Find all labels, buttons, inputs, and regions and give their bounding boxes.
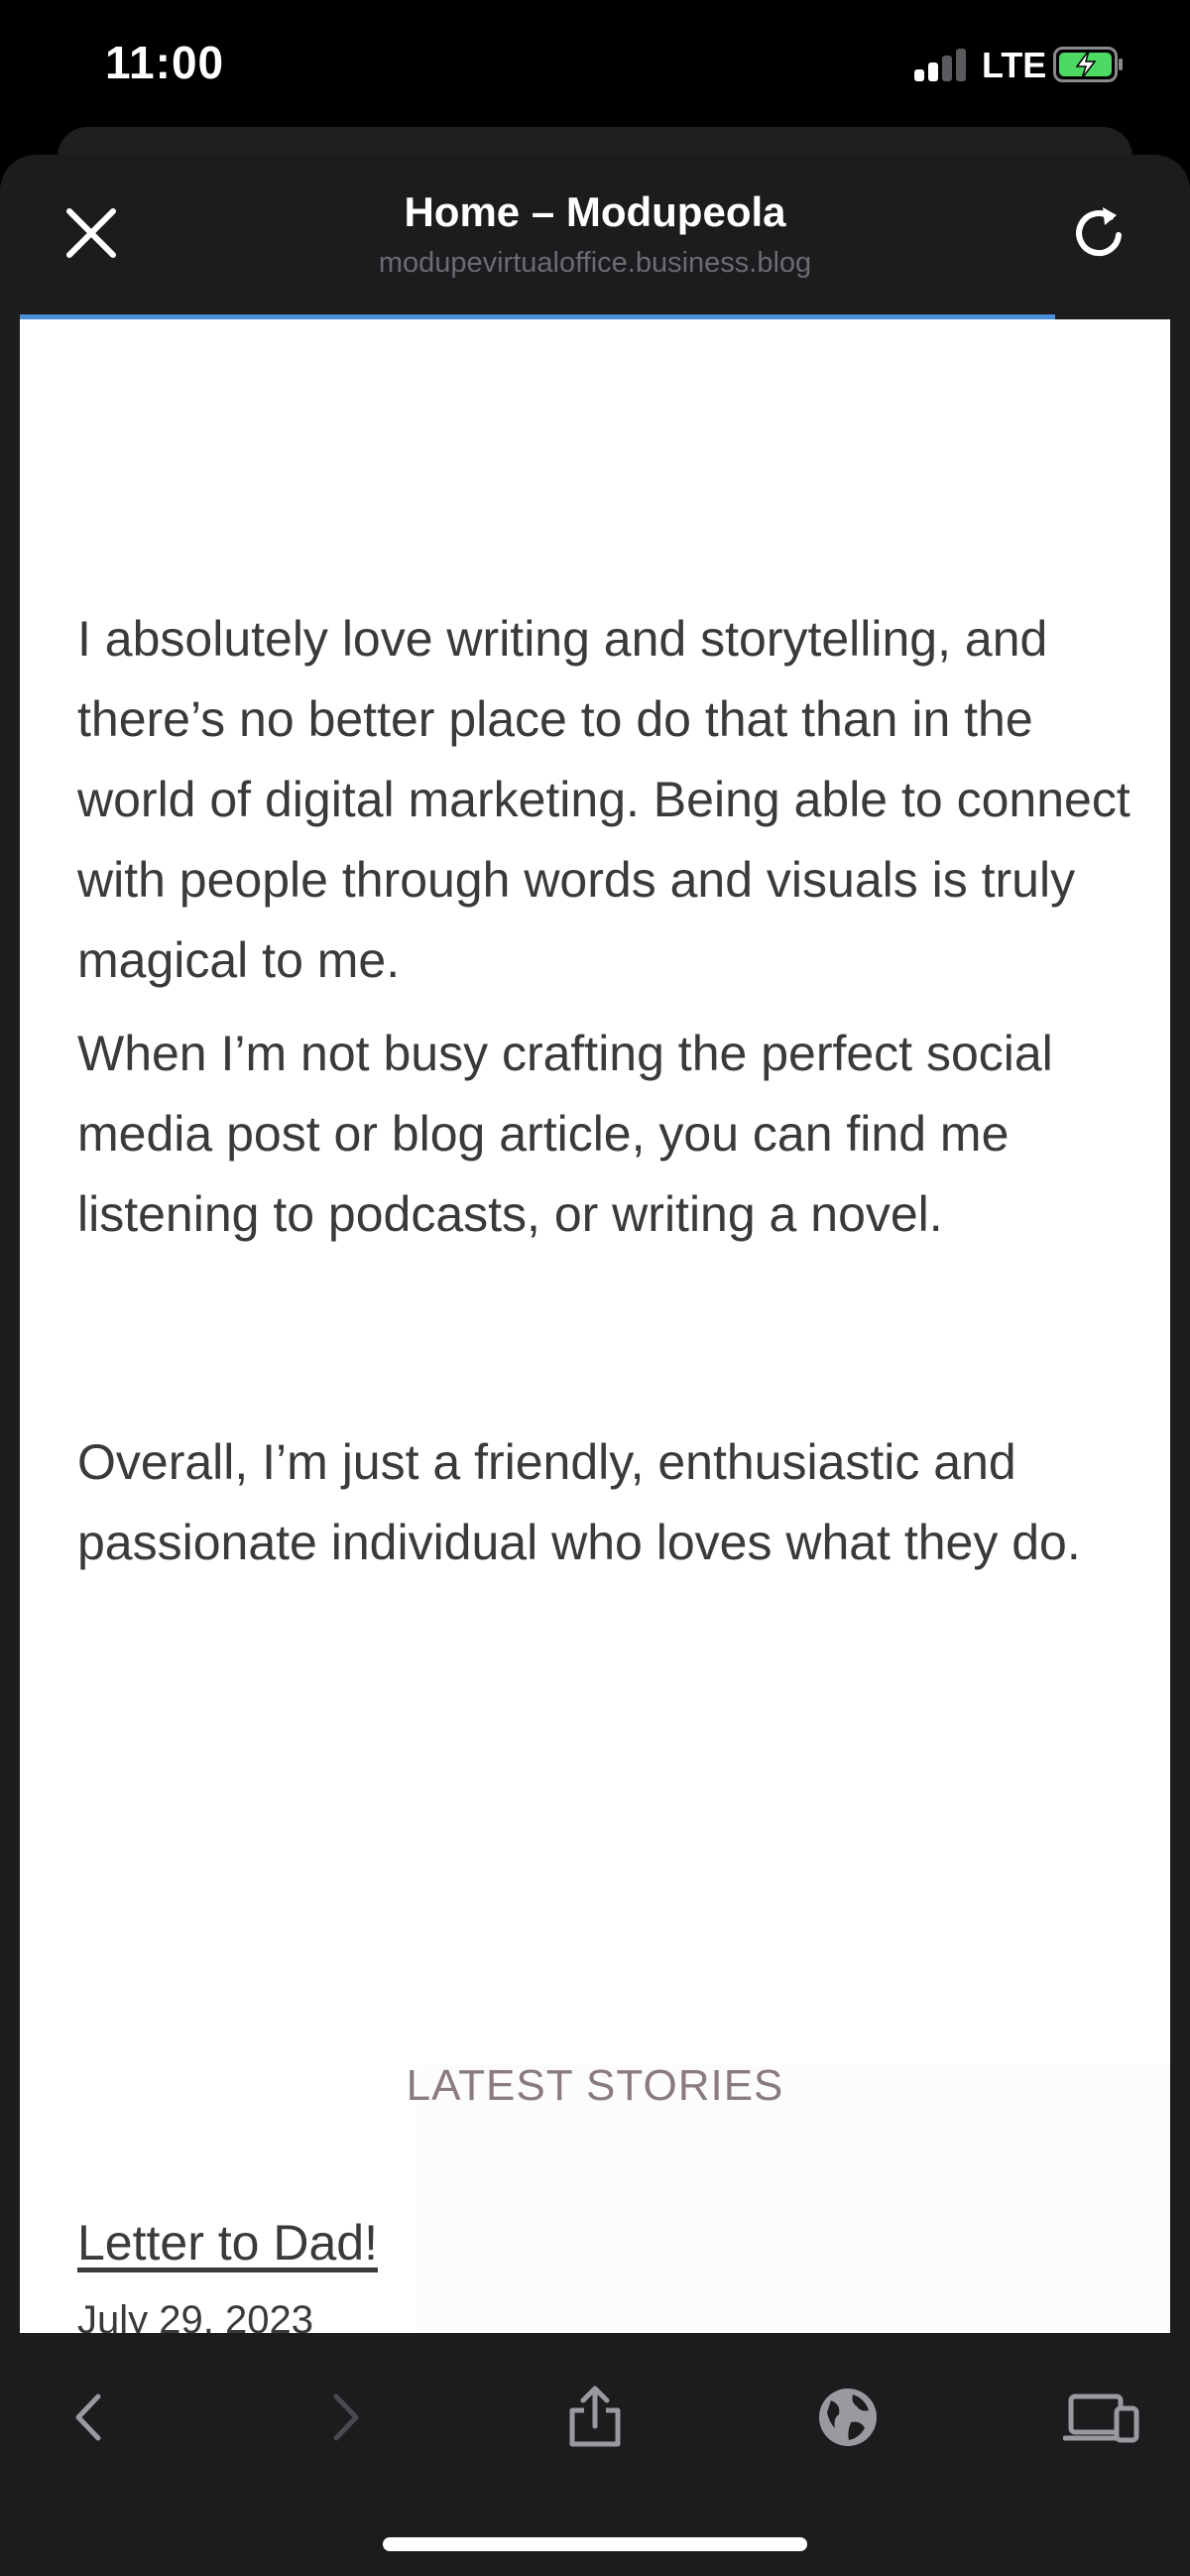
latest-stories-heading: LATEST STORIES (406, 2061, 784, 2110)
story-date: July 29, 2023 (77, 2298, 313, 2333)
paragraph: Overall, I’m just a friendly, enthusiast… (77, 1434, 1081, 1570)
network-type: LTE (982, 45, 1047, 85)
battery-icon (1053, 47, 1123, 82)
reload-icon[interactable] (1069, 203, 1129, 263)
page-url: modupevirtualoffice.business.blog (378, 247, 812, 279)
screen: 11:00 LTE Home – Modupeola modupevirtual… (0, 0, 1190, 2576)
page-title: Home – Modupeola (404, 188, 786, 235)
chevron-left-icon[interactable] (55, 2383, 124, 2452)
globe-icon[interactable] (813, 2383, 883, 2452)
chevron-right-icon[interactable] (310, 2383, 380, 2452)
story-link[interactable]: Letter to Dad! (77, 2214, 378, 2271)
browser-header (0, 155, 1190, 319)
home-indicator[interactable] (383, 2537, 807, 2551)
web-content[interactable]: I absolutely love writing and storytelli… (20, 319, 1170, 2333)
share-icon[interactable] (560, 2383, 630, 2452)
status-bar: 11:00 LTE (0, 0, 1190, 129)
paragraph: I absolutely love writing and storytelli… (77, 611, 1130, 988)
signal-icon (914, 48, 970, 81)
devices-icon[interactable] (1063, 2383, 1140, 2452)
paragraph: When I’m not busy crafting the perfect s… (77, 1026, 1053, 1242)
status-time: 11:00 (105, 37, 225, 88)
